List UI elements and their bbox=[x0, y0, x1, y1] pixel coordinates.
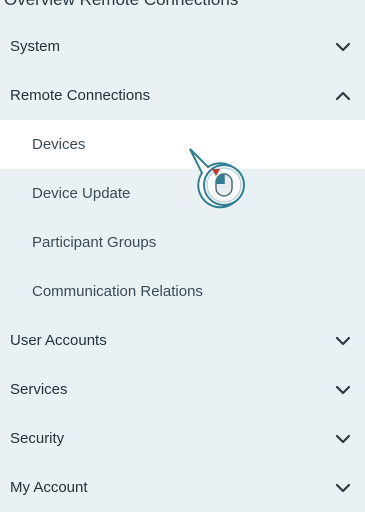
header-clip: Overview Remote Connections bbox=[0, 0, 365, 9]
submenu-item-device-update[interactable]: Device Update bbox=[0, 169, 365, 218]
menu-item-system[interactable]: System bbox=[0, 22, 365, 71]
side-menu: System Remote Connections Devices Device… bbox=[0, 22, 365, 512]
menu-item-security[interactable]: Security bbox=[0, 414, 365, 463]
menu-item-label: System bbox=[10, 38, 61, 55]
menu-item-label: Security bbox=[10, 430, 65, 447]
menu-item-my-account[interactable]: My Account bbox=[0, 463, 365, 512]
submenu-item-label: Participant Groups bbox=[32, 234, 157, 251]
mouse-cursor-icon bbox=[186, 147, 250, 211]
chevron-up-icon bbox=[335, 88, 351, 104]
chevron-down-icon bbox=[335, 333, 351, 349]
submenu-item-label: Devices bbox=[32, 136, 86, 153]
menu-item-label: Services bbox=[10, 381, 68, 398]
chevron-down-icon bbox=[335, 431, 351, 447]
submenu-item-label: Communication Relations bbox=[32, 283, 203, 300]
chevron-down-icon bbox=[335, 39, 351, 55]
menu-item-services[interactable]: Services bbox=[0, 365, 365, 414]
submenu-item-label: Device Update bbox=[32, 185, 131, 202]
menu-item-label: User Accounts bbox=[10, 332, 107, 349]
submenu-item-communication-relations[interactable]: Communication Relations bbox=[0, 267, 365, 316]
menu-item-remote-connections[interactable]: Remote Connections bbox=[0, 71, 365, 120]
chevron-down-icon bbox=[335, 480, 351, 496]
menu-item-user-accounts[interactable]: User Accounts bbox=[0, 316, 365, 365]
menu-item-label: My Account bbox=[10, 479, 88, 496]
chevron-down-icon bbox=[335, 382, 351, 398]
menu-item-label: Remote Connections bbox=[10, 87, 151, 104]
submenu-item-participant-groups[interactable]: Participant Groups bbox=[0, 218, 365, 267]
submenu-item-devices[interactable]: Devices bbox=[0, 120, 365, 169]
